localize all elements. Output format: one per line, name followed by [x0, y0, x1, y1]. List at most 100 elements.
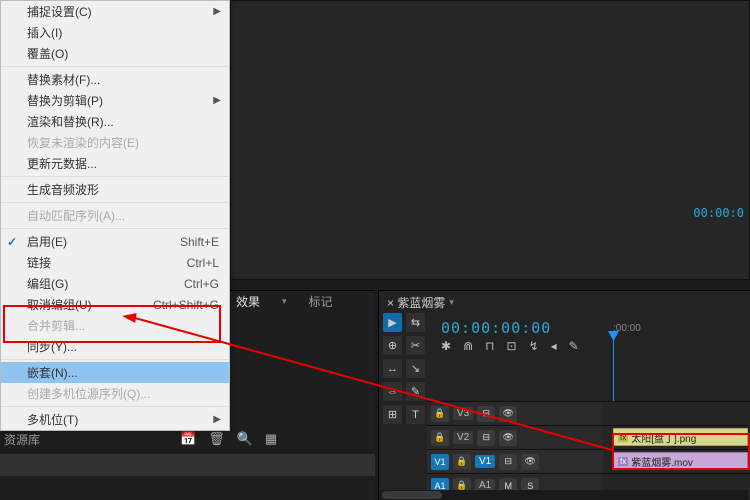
panel-strip	[0, 454, 375, 476]
menu-item-label: 更新元数据...	[27, 155, 97, 172]
toggle-output-icon[interactable]: ⊟	[477, 406, 495, 422]
fx-badge-icon: fx	[618, 457, 628, 466]
menu-item-label: 替换为剪辑(P)	[27, 92, 103, 109]
menu-item[interactable]: 替换素材(F)...	[1, 69, 229, 90]
source-patch[interactable]: V1	[431, 454, 449, 470]
menu-separator	[1, 176, 229, 177]
menu-item-label: 编组(G)	[27, 275, 68, 292]
menu-separator	[1, 228, 229, 229]
annotation-arrow-head	[121, 311, 136, 323]
menu-item-label: 嵌套(N)...	[27, 364, 78, 381]
tool-type[interactable]: T	[406, 405, 425, 424]
menu-item-shortcut: Shift+E	[180, 235, 219, 249]
snap-icon[interactable]: ✱	[441, 339, 451, 353]
track-label[interactable]: V1	[475, 455, 495, 468]
track-label[interactable]: V2	[453, 431, 473, 444]
tool-razor[interactable]: ✂	[406, 336, 425, 355]
menu-item[interactable]: 取消编组(U)Ctrl+Shift+G	[1, 294, 229, 315]
scrollbar-thumb[interactable]	[382, 491, 442, 499]
lock-icon[interactable]: 🔒	[431, 430, 449, 446]
tool-track-select[interactable]: ⇆	[406, 313, 425, 332]
clip-v1[interactable]: fx 紫蓝烟雾.mov	[613, 452, 748, 470]
toggle-output-icon[interactable]: ⊟	[477, 430, 495, 446]
menu-item[interactable]: 插入(I)	[1, 22, 229, 43]
track-label[interactable]: V3	[453, 407, 473, 420]
corner-timecode: 00:00:0	[693, 206, 744, 220]
submenu-arrow-icon: ▶	[213, 95, 221, 106]
mini-ruler	[695, 225, 750, 239]
menu-item[interactable]: 渲染和替换(R)...	[1, 111, 229, 132]
timeline-options: ✱ ⋒ ⊓ ⊡ ↯ ◂ ✎	[441, 339, 579, 353]
search-icon[interactable]: 🔍	[237, 431, 253, 447]
track-v1: V1 🔒 V1 ⊟ 👁 fx 紫蓝烟雾.mov	[427, 449, 750, 473]
menu-item[interactable]: 生成音频波形	[1, 179, 229, 200]
grid-icon[interactable]: ▦	[265, 431, 277, 447]
eye-icon[interactable]: 👁	[521, 454, 539, 470]
time-ruler[interactable]: :00:00	[609, 323, 750, 347]
menu-item[interactable]: 启用(E)Shift+E	[1, 231, 229, 252]
program-monitor	[230, 0, 750, 280]
tool-hand[interactable]: ✎	[406, 382, 425, 401]
linked-sel-icon[interactable]: ⊓	[485, 339, 494, 353]
menu-item-label: 渲染和替换(R)...	[27, 113, 114, 130]
submenu-arrow-icon: ▶	[213, 414, 221, 425]
tool-ripple[interactable]: ⊕	[383, 336, 402, 355]
fx-icon[interactable]: ↯	[529, 339, 539, 353]
lock-icon[interactable]: 🔒	[453, 454, 471, 470]
lock-icon[interactable]: 🔒	[431, 406, 449, 422]
magnet-icon[interactable]: ⋒	[463, 339, 473, 353]
sequence-tab[interactable]: × 紫蓝烟雾 ▾	[379, 291, 750, 314]
tool-pen[interactable]: ⇔	[383, 382, 402, 401]
menu-item-label: 自动匹配序列(A)...	[27, 207, 125, 224]
menu-item[interactable]: 更新元数据...	[1, 153, 229, 174]
menu-item[interactable]: 替换为剪辑(P) ▶	[1, 90, 229, 111]
track-body[interactable]	[603, 402, 750, 425]
panel-toolbar: 📅 🗑 🔍 ▦	[180, 431, 277, 447]
menu-item-label: 恢复未渲染的内容(E)	[27, 134, 139, 151]
menu-item[interactable]: 嵌套(N)...	[1, 362, 229, 383]
eye-icon[interactable]: 👁	[499, 406, 517, 422]
menu-item-label: 同步(Y)...	[27, 338, 77, 355]
menu-separator	[1, 406, 229, 407]
markers-icon[interactable]: ⊡	[507, 339, 517, 353]
menu-item-shortcut: Ctrl+G	[184, 277, 219, 291]
tab-markers[interactable]: 标记	[305, 291, 337, 312]
tool-slide[interactable]: ↘	[406, 359, 425, 378]
track-body[interactable]: fx 太阳[盘丁].png	[603, 426, 750, 449]
tool-slip[interactable]: ↔	[383, 359, 402, 378]
menu-item-label: 合并剪辑...	[27, 317, 85, 334]
menu-item-shortcut: Ctrl+Shift+G	[153, 298, 219, 312]
trash-icon[interactable]: 🗑	[208, 431, 225, 447]
menu-item: 自动匹配序列(A)...	[1, 205, 229, 226]
menu-item[interactable]: 覆盖(O)	[1, 43, 229, 64]
calendar-icon[interactable]: 📅	[180, 431, 196, 447]
toggle-output-icon[interactable]: ⊟	[499, 454, 517, 470]
tool-palette: ▶ ⇆ ⊕ ✂ ↔ ↘ ⇔ ✎ ⊞ T	[383, 313, 427, 424]
menu-item[interactable]: 链接Ctrl+L	[1, 252, 229, 273]
menu-item[interactable]: 编组(G) Ctrl+G	[1, 273, 229, 294]
track-v3: 🔒 V3 ⊟ 👁	[427, 401, 750, 425]
panel-label: 资源库	[4, 431, 40, 448]
prev-icon[interactable]: ◂	[551, 339, 557, 353]
track-body[interactable]: fx 紫蓝烟雾.mov	[603, 450, 750, 473]
clip-v2[interactable]: fx 太阳[盘丁].png	[613, 428, 748, 446]
menu-item-label: 捕捉设置(C)	[27, 3, 92, 20]
timecode[interactable]: 00:00:00:00	[441, 319, 551, 337]
tool-selection[interactable]: ▶	[383, 313, 402, 332]
clip-context-menu: 捕捉设置(C)▶插入(I)覆盖(O)替换素材(F)...替换为剪辑(P)▶渲染和…	[0, 0, 230, 431]
menu-item-label: 替换素材(F)...	[27, 71, 100, 88]
menu-item-label: 覆盖(O)	[27, 45, 68, 62]
menu-separator	[1, 202, 229, 203]
sequence-name: × 紫蓝烟雾	[387, 294, 445, 311]
wrench-icon[interactable]: ✎	[569, 339, 579, 353]
timeline-panel: × 紫蓝烟雾 ▾ 00:00:0 00:00:00:00 ▶ ⇆ ⊕ ✂ ↔ ↘…	[378, 290, 750, 500]
menu-item[interactable]: 多机位(T)▶	[1, 409, 229, 430]
menu-item[interactable]: 捕捉设置(C)▶	[1, 1, 229, 22]
tab-effects[interactable]: 效果	[232, 291, 264, 312]
menu-item-label: 链接	[27, 254, 51, 271]
menu-item: 恢复未渲染的内容(E)	[1, 132, 229, 153]
menu-item[interactable]: 同步(Y)...	[1, 336, 229, 357]
timeline-h-scrollbar[interactable]	[380, 490, 748, 500]
eye-icon[interactable]: 👁	[499, 430, 517, 446]
tool-rect[interactable]: ⊞	[383, 405, 402, 424]
